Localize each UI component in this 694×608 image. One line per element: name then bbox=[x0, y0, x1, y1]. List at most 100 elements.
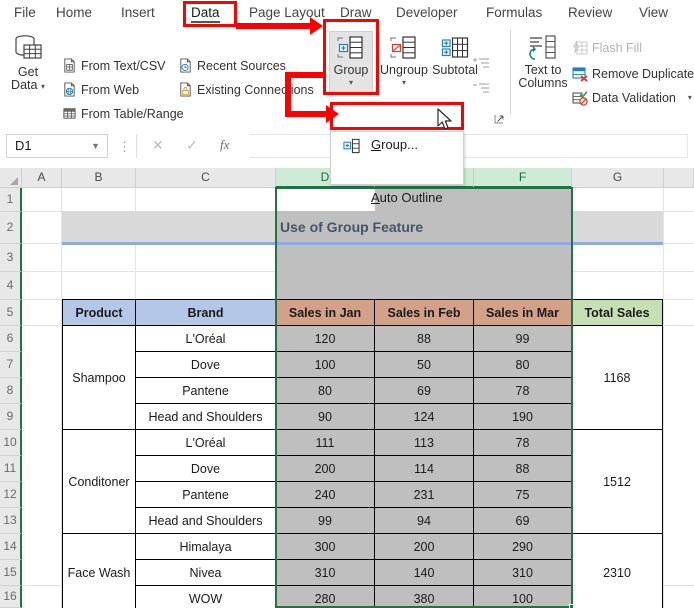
sales-cell[interactable]: 114 bbox=[374, 455, 474, 482]
sales-cell[interactable]: 100 bbox=[473, 585, 572, 608]
product-cell-facewash[interactable]: Face Wash bbox=[62, 533, 136, 608]
row-header-4[interactable]: 4 bbox=[0, 272, 22, 300]
sales-cell[interactable]: 88 bbox=[374, 325, 474, 352]
existing-connections-button[interactable]: Existing Connections bbox=[178, 82, 314, 97]
ungroup-button[interactable]: Ungroup ▾ bbox=[379, 34, 429, 87]
brand-cell[interactable]: Himalaya bbox=[135, 533, 276, 560]
sales-cell[interactable]: 99 bbox=[275, 507, 375, 534]
product-cell-shampoo[interactable]: Shampoo bbox=[62, 325, 136, 430]
insert-function-icon[interactable]: fx bbox=[220, 137, 229, 153]
cancel-formula-icon[interactable]: ✕ bbox=[152, 137, 164, 154]
product-cell-conditoner[interactable]: Conditoner bbox=[62, 429, 136, 534]
row-header-5[interactable]: 5 bbox=[0, 300, 22, 326]
total-cell-shampoo[interactable]: 1168 bbox=[571, 325, 663, 430]
brand-cell[interactable]: Dove bbox=[135, 455, 276, 482]
title-cell[interactable]: Use of Group Feature bbox=[276, 211, 572, 243]
from-web-button[interactable]: From Web bbox=[62, 82, 139, 97]
sales-cell[interactable]: 78 bbox=[473, 377, 572, 404]
sales-cell[interactable]: 120 bbox=[275, 325, 375, 352]
hide-detail-button[interactable] bbox=[472, 81, 490, 102]
row-header-3[interactable]: 3 bbox=[0, 244, 22, 272]
column-header-A[interactable]: A bbox=[22, 168, 62, 188]
sales-cell[interactable]: 240 bbox=[275, 481, 375, 508]
brand-cell[interactable]: Head and Shoulders bbox=[135, 403, 276, 430]
formula-input[interactable] bbox=[250, 134, 688, 158]
brand-cell[interactable]: Dove bbox=[135, 351, 276, 378]
show-detail-button[interactable] bbox=[472, 56, 490, 77]
tab-formulas[interactable]: Formulas bbox=[480, 0, 548, 26]
sales-cell[interactable]: 80 bbox=[473, 351, 572, 378]
row-header-15[interactable]: 15 bbox=[0, 560, 22, 586]
sales-cell[interactable]: 280 bbox=[275, 585, 375, 608]
formula-bar-grip[interactable]: ⋮ bbox=[118, 139, 131, 155]
data-validation-chevron-icon[interactable]: ▾ bbox=[688, 94, 692, 102]
row-header-13[interactable]: 13 bbox=[0, 508, 22, 534]
get-data-button[interactable]: Get Data ▾ bbox=[2, 32, 54, 92]
tab-developer[interactable]: Developer bbox=[390, 0, 464, 26]
remove-duplicates-button[interactable]: Remove Duplicates bbox=[572, 66, 694, 82]
row-header-9[interactable]: 9 bbox=[0, 404, 22, 430]
sales-cell[interactable]: 124 bbox=[374, 403, 474, 430]
column-header-H[interactable] bbox=[664, 168, 694, 188]
sales-cell[interactable]: 78 bbox=[473, 429, 572, 456]
tab-home[interactable]: Home bbox=[50, 0, 98, 26]
tab-file[interactable]: File bbox=[8, 0, 42, 26]
sales-cell[interactable]: 113 bbox=[374, 429, 474, 456]
sales-cell[interactable]: 90 bbox=[275, 403, 375, 430]
sales-cell[interactable]: 300 bbox=[275, 533, 375, 560]
brand-cell[interactable]: Pantene bbox=[135, 377, 276, 404]
sales-cell[interactable]: 75 bbox=[473, 481, 572, 508]
from-text-csv-button[interactable]: From Text/CSV bbox=[62, 58, 166, 73]
name-box[interactable]: D1 ▼ bbox=[6, 134, 108, 158]
total-cell-conditoner[interactable]: 1512 bbox=[571, 429, 663, 534]
row-header-7[interactable]: 7 bbox=[0, 352, 22, 378]
brand-cell[interactable]: L'Oréal bbox=[135, 325, 276, 352]
sales-cell[interactable]: 99 bbox=[473, 325, 572, 352]
data-validation-button[interactable]: Data Validation ▾ bbox=[572, 90, 692, 106]
confirm-formula-icon[interactable]: ✓ bbox=[186, 137, 198, 154]
brand-cell[interactable]: L'Oréal bbox=[135, 429, 276, 456]
sales-cell[interactable]: 111 bbox=[275, 429, 375, 456]
total-cell-facewash[interactable]: 2310 bbox=[571, 533, 663, 608]
sales-cell[interactable]: 69 bbox=[374, 377, 474, 404]
sales-cell[interactable]: 310 bbox=[473, 559, 572, 586]
brand-cell[interactable]: WOW bbox=[135, 585, 276, 608]
sales-cell[interactable]: 200 bbox=[275, 455, 375, 482]
column-header-C[interactable]: C bbox=[136, 168, 276, 188]
menu-item-auto-outline[interactable]: Auto Outline bbox=[331, 185, 463, 211]
from-table-range-button[interactable]: From Table/Range bbox=[62, 106, 184, 121]
sales-cell[interactable]: 140 bbox=[374, 559, 474, 586]
column-header-G[interactable]: G bbox=[572, 168, 664, 188]
row-header-1[interactable]: 1 bbox=[0, 188, 22, 212]
sales-cell[interactable]: 231 bbox=[374, 481, 474, 508]
ungroup-dropdown-chevron-icon[interactable]: ▾ bbox=[402, 79, 406, 87]
row-header-6[interactable]: 6 bbox=[0, 326, 22, 352]
select-all-corner[interactable] bbox=[0, 168, 22, 188]
column-header-F[interactable]: F bbox=[474, 168, 572, 188]
row-header-16[interactable]: 16 bbox=[0, 586, 22, 608]
brand-cell[interactable]: Pantene bbox=[135, 481, 276, 508]
sales-cell[interactable]: 80 bbox=[275, 377, 375, 404]
name-box-chevron-icon[interactable]: ▼ bbox=[91, 135, 100, 157]
tab-view[interactable]: View bbox=[633, 0, 674, 26]
tab-review[interactable]: Review bbox=[562, 0, 618, 26]
column-header-B[interactable]: B bbox=[62, 168, 136, 188]
sales-cell[interactable]: 94 bbox=[374, 507, 474, 534]
row-header-2[interactable]: 2 bbox=[0, 212, 22, 244]
sales-cell[interactable]: 88 bbox=[473, 455, 572, 482]
sales-cell[interactable]: 310 bbox=[275, 559, 375, 586]
sales-cell[interactable]: 100 bbox=[275, 351, 375, 378]
text-to-columns-button[interactable]: Text to Columns bbox=[517, 34, 569, 90]
row-header-10[interactable]: 10 bbox=[0, 430, 22, 456]
sales-cell[interactable]: 50 bbox=[374, 351, 474, 378]
brand-cell[interactable]: Nivea bbox=[135, 559, 276, 586]
recent-sources-button[interactable]: Recent Sources bbox=[178, 58, 286, 73]
tab-insert[interactable]: Insert bbox=[115, 0, 161, 26]
row-header-12[interactable]: 12 bbox=[0, 482, 22, 508]
sales-cell[interactable]: 69 bbox=[473, 507, 572, 534]
row-header-8[interactable]: 8 bbox=[0, 378, 22, 404]
sales-cell[interactable]: 380 bbox=[374, 585, 474, 608]
sales-cell[interactable]: 190 bbox=[473, 403, 572, 430]
sales-cell[interactable]: 200 bbox=[374, 533, 474, 560]
sales-cell[interactable]: 290 bbox=[473, 533, 572, 560]
